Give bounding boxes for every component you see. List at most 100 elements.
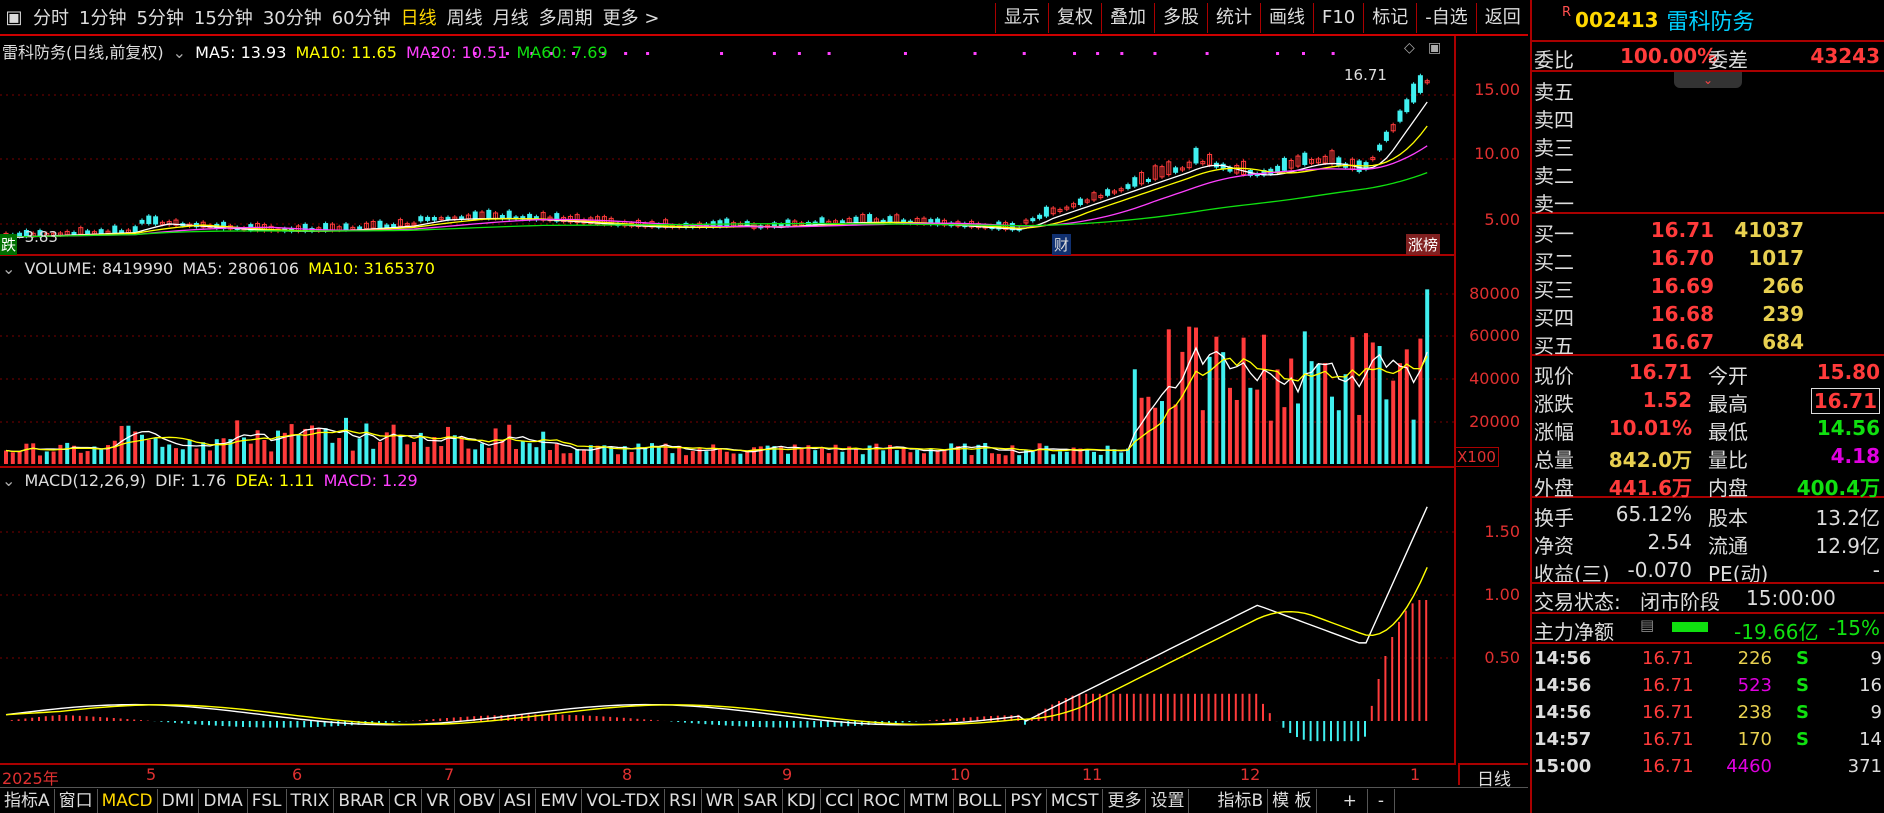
indicator-tab[interactable]: DMA — [199, 788, 248, 813]
stat-value: - — [1872, 558, 1880, 582]
indicator-tab[interactable]: 模 板 — [1268, 788, 1317, 813]
buy-order-row[interactable]: 买二 16.70 1017 — [1532, 244, 1884, 274]
tag-zhangbang[interactable]: 涨榜 — [1406, 234, 1441, 255]
candle-body — [98, 229, 104, 234]
indicator-tab[interactable]: TRIX — [287, 788, 335, 813]
toolbar-button[interactable]: 叠加 — [1101, 3, 1154, 33]
period-tab[interactable]: 1分钟 — [74, 4, 131, 30]
indicator-tab[interactable]: 窗口 — [55, 788, 98, 813]
indicator-tab[interactable]: BRAR — [334, 788, 390, 813]
toolbar-button[interactable]: 画线 — [1260, 3, 1313, 33]
indicator-tab[interactable]: MCST — [1047, 788, 1104, 813]
indicator-tab[interactable]: CR — [390, 788, 423, 813]
window-icon[interactable]: ▣ — [1428, 40, 1441, 56]
period-tab[interactable]: 5分钟 — [131, 4, 188, 30]
indicator-tab[interactable]: OBV — [455, 788, 500, 813]
indicator-tab[interactable]: DMI — [158, 788, 200, 813]
buy-order-row[interactable]: 买五 16.67 684 — [1532, 328, 1884, 358]
period-tab[interactable]: 多周期 — [534, 4, 598, 30]
indicator-tab[interactable]: - — [1368, 788, 1395, 813]
tag-finance[interactable]: 财 — [1052, 234, 1072, 255]
stock-name[interactable]: 雷科防务 — [1667, 4, 1755, 36]
buy-order-row[interactable]: 买一 16.71 41037 — [1532, 216, 1884, 246]
indicator-tab[interactable]: ASI — [500, 788, 537, 813]
tick-list[interactable]: 14:56 16.71 226 S 9 14:56 16.71 523 S 16 14:56 16.7… — [1532, 642, 1884, 781]
volume-bar — [1173, 404, 1178, 464]
volume-bar — [1377, 346, 1382, 464]
kline-pane[interactable]: 雷科防务(日线,前复权) ⌄ MA5: 13.93 MA10: 11.65 MA… — [0, 36, 1456, 256]
sell-order-row[interactable]: 卖四 — [1532, 102, 1884, 132]
volume-pane[interactable]: ⌄ VOLUME: 8419990 MA5: 2806106 MA10: 316… — [0, 256, 1456, 468]
period-tab[interactable]: 分时 — [28, 4, 74, 30]
toolbar-button[interactable]: 显示 — [995, 3, 1048, 33]
volume-bar — [180, 449, 185, 464]
tag-fall[interactable]: 跌 — [0, 234, 18, 255]
indicator-tab[interactable]: MACD — [98, 788, 158, 813]
tick-volume: 4460 — [1726, 756, 1772, 777]
volume-chart[interactable] — [0, 256, 1456, 468]
indicator-tab[interactable]: 指标B — [1213, 788, 1269, 813]
period-tab[interactable]: 月线 — [488, 4, 534, 30]
macd-chart[interactable] — [0, 468, 1456, 763]
settings-circle-icon[interactable]: ⌄ — [2, 259, 15, 278]
buy-order-row[interactable]: 买三 16.69 266 — [1532, 272, 1884, 302]
indicator-tab[interactable]: 指标A — [0, 788, 55, 813]
indicator-tab[interactable]: CCI — [821, 788, 859, 813]
settings-circle-icon[interactable]: ⌄ — [2, 471, 15, 490]
toolbar-button[interactable]: F10 — [1313, 3, 1363, 33]
volume-bar — [344, 417, 348, 464]
indicator-tab[interactable]: FSL — [248, 788, 287, 813]
indicator-tab[interactable]: KDJ — [783, 788, 822, 813]
indicator-tab[interactable]: MTM — [905, 788, 954, 813]
indicator-tab[interactable]: WR — [702, 788, 740, 813]
macd-pane[interactable]: ⌄ MACD(12,26,9) DIF: 1.76 DEA: 1.11 MACD… — [0, 468, 1456, 763]
diamond-icon[interactable]: ◇ — [1404, 40, 1415, 56]
layout-toggle-icon[interactable]: ▣ — [0, 0, 28, 35]
volume-bar — [85, 451, 90, 464]
list-icon[interactable]: ▤ — [1640, 616, 1654, 634]
settings-circle-icon[interactable]: ⌄ — [173, 43, 186, 62]
toolbar-button[interactable]: 统计 — [1207, 3, 1260, 33]
kline-chart[interactable] — [0, 36, 1456, 256]
toolbar-button[interactable]: 返回 — [1475, 3, 1529, 33]
stat-label: 涨幅 — [1534, 420, 1574, 444]
indicator-tab[interactable]: 更多 — [1103, 788, 1147, 813]
volume-bar — [140, 434, 144, 464]
sell-order-row[interactable]: 卖一 — [1532, 186, 1884, 216]
stock-code: 002413 — [1575, 8, 1659, 32]
sell-order-row[interactable]: 卖三 — [1532, 130, 1884, 160]
candle-body — [867, 214, 873, 223]
volume-bar — [1228, 387, 1232, 464]
period-tab[interactable]: 周线 — [442, 4, 488, 30]
period-label[interactable]: 日线 — [1458, 763, 1528, 790]
sell-order-row[interactable]: 卖二 — [1532, 158, 1884, 188]
indicator-tab[interactable]: BOLL — [954, 788, 1007, 813]
period-tab[interactable]: 日线 — [396, 4, 442, 30]
stat-row: 涨跌 1.52 最高 16.71 — [1532, 386, 1884, 416]
indicator-tab[interactable]: VOL-TDX — [582, 788, 665, 813]
indicator-tab[interactable]: EMV — [536, 788, 583, 813]
period-tab[interactable]: 30分钟 — [258, 4, 327, 30]
period-tab[interactable]: 更多 > — [598, 4, 665, 30]
sell-level-label: 卖四 — [1534, 108, 1574, 132]
indicator-tab[interactable]: RSI — [665, 788, 702, 813]
indicator-tab[interactable]: SAR — [739, 788, 783, 813]
toolbar-button[interactable]: 复权 — [1048, 3, 1101, 33]
buy-order-row[interactable]: 买四 16.68 239 — [1532, 300, 1884, 330]
signal-dot — [624, 52, 628, 55]
volume-ma10: MA10: 3165370 — [308, 259, 435, 278]
indicator-tab[interactable]: VR — [422, 788, 455, 813]
indicator-tab[interactable]: ROC — [859, 788, 905, 813]
period-tab[interactable]: 60分钟 — [327, 4, 396, 30]
tick-count: 371 — [1847, 756, 1882, 777]
indicator-tab[interactable]: + — [1333, 788, 1368, 813]
period-tab[interactable]: 15分钟 — [189, 4, 258, 30]
toolbar-button[interactable]: 标记 — [1363, 3, 1416, 33]
toolbar-button[interactable]: 多股 — [1154, 3, 1207, 33]
indicator-tab[interactable]: 设置 — [1146, 788, 1190, 813]
sell-order-row[interactable]: 卖五 — [1532, 74, 1884, 104]
toolbar-button[interactable]: -自选 — [1416, 3, 1476, 33]
indicator-tab[interactable]: PSY — [1006, 788, 1047, 813]
volume-bar — [398, 435, 403, 464]
candle-body — [506, 210, 512, 220]
